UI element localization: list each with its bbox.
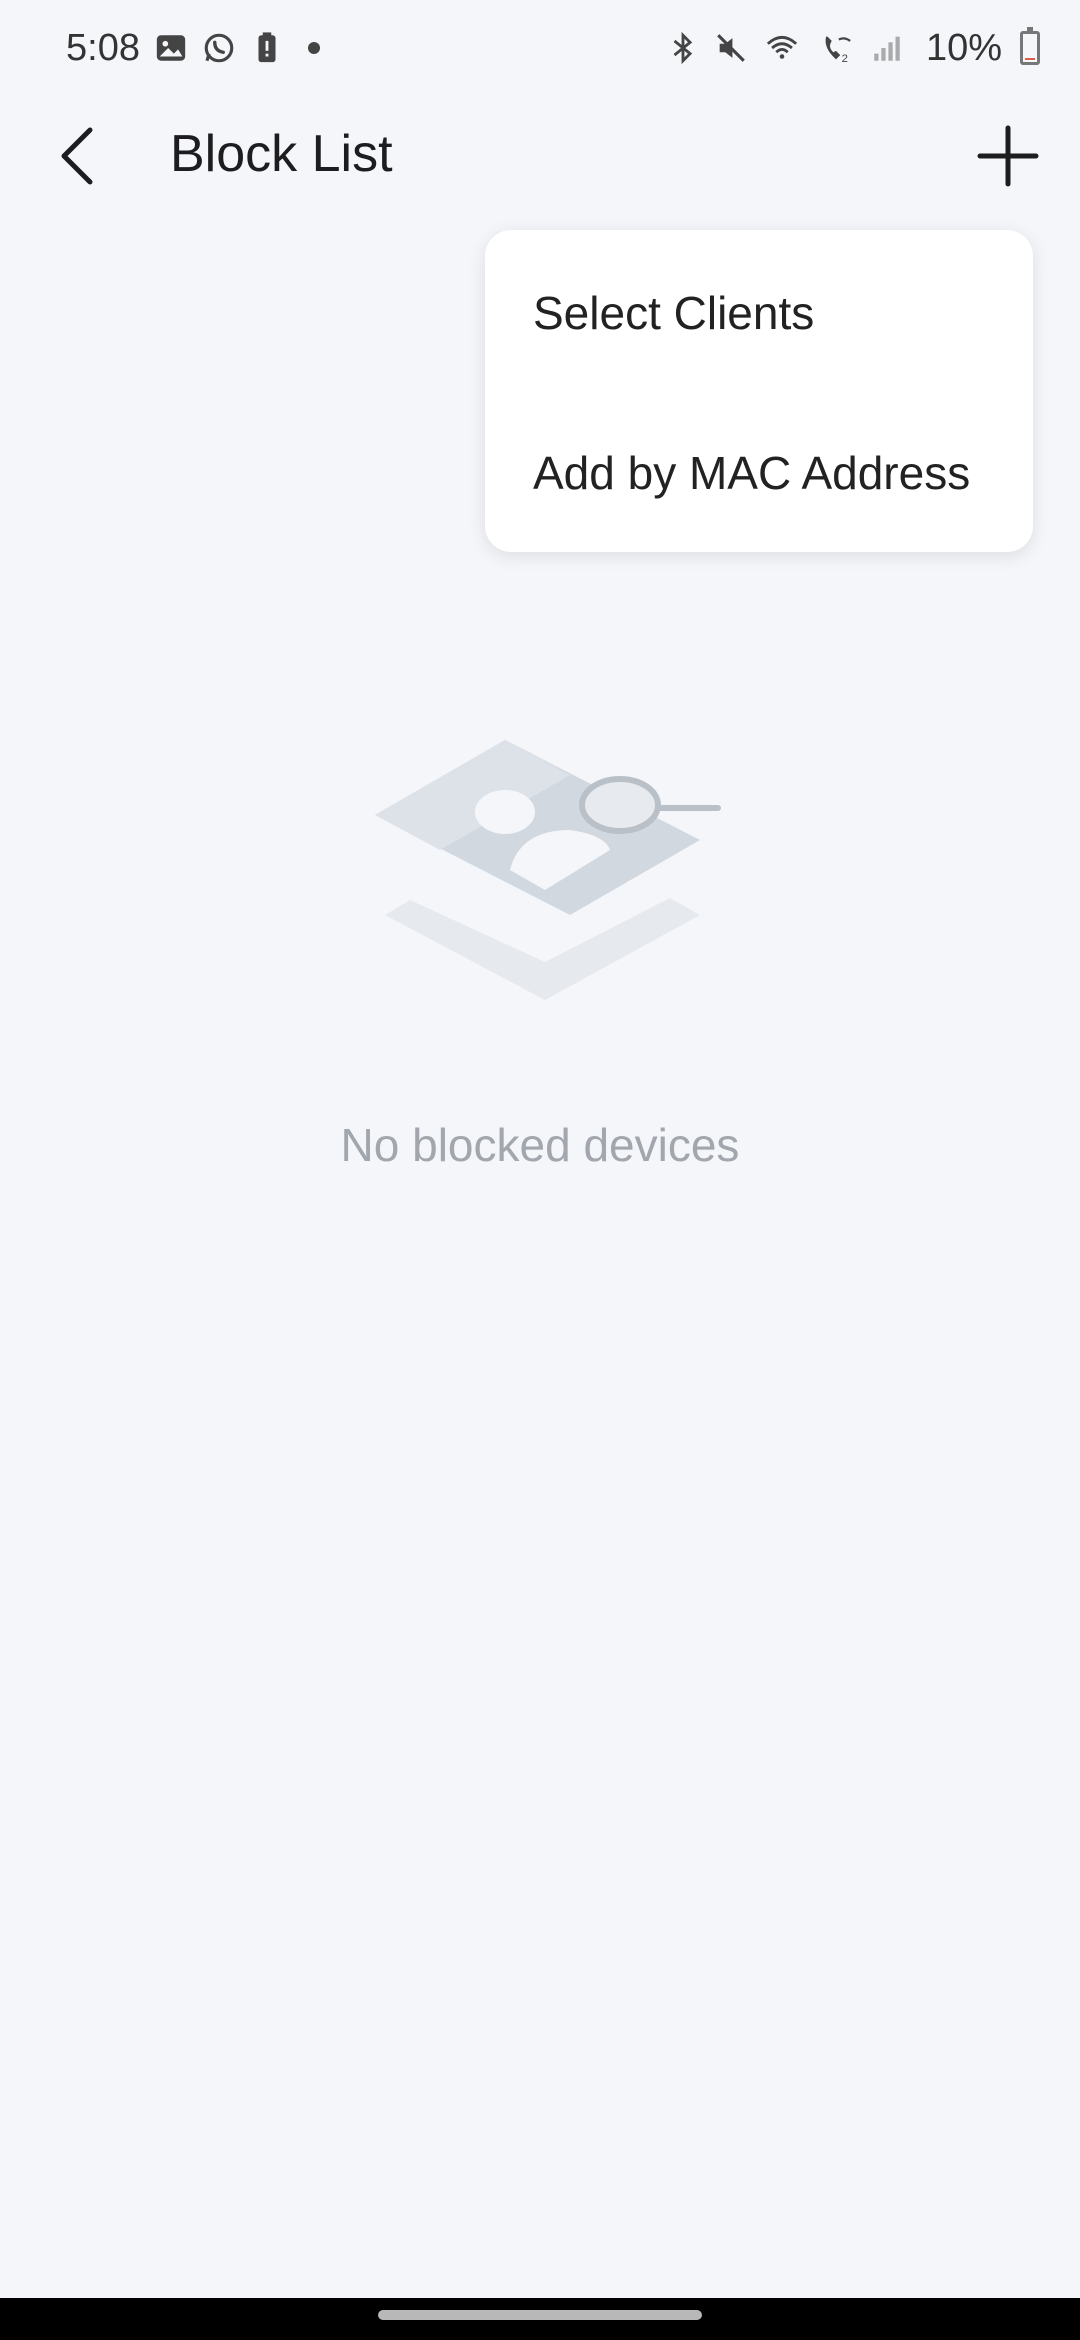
screen: 5:08 2 10% Block List Select Clients Add… xyxy=(0,0,1080,2340)
back-button[interactable] xyxy=(50,120,110,192)
status-right: 2 10% xyxy=(666,27,1040,70)
app-header: Block List xyxy=(0,100,1080,212)
page-title: Block List xyxy=(170,125,393,183)
menu-item-add-by-mac[interactable]: Add by MAC Address xyxy=(533,446,970,500)
status-bar: 5:08 2 10% xyxy=(0,0,1080,96)
status-left: 5:08 xyxy=(66,27,320,70)
wifi-calling-icon: 2 xyxy=(825,36,851,65)
notification-dot-icon xyxy=(307,42,320,54)
chevron-left-icon xyxy=(61,127,93,185)
signal-icon xyxy=(874,36,900,61)
menu-item-select-clients[interactable]: Select Clients xyxy=(533,286,814,340)
bluetooth-icon xyxy=(673,31,693,65)
svg-text:2: 2 xyxy=(842,53,848,65)
add-menu-dropdown: Select Clients Add by MAC Address xyxy=(485,230,1033,552)
empty-state-message: No blocked devices xyxy=(340,1119,740,1171)
gallery-icon xyxy=(156,35,186,61)
home-indicator[interactable] xyxy=(378,2310,702,2320)
wifi-icon xyxy=(766,35,798,59)
whatsapp-icon xyxy=(204,33,234,63)
status-time: 5:08 xyxy=(66,26,140,69)
navigation-bar xyxy=(0,2298,1080,2340)
mute-icon xyxy=(717,34,745,62)
battery-percent: 10% xyxy=(925,26,1002,69)
battery-icon xyxy=(1020,27,1040,65)
plus-icon xyxy=(977,125,1039,187)
add-button[interactable] xyxy=(972,120,1044,192)
battery-level xyxy=(1025,58,1035,60)
search-contact-card-icon xyxy=(375,740,721,1000)
battery-alert-icon xyxy=(258,32,276,63)
